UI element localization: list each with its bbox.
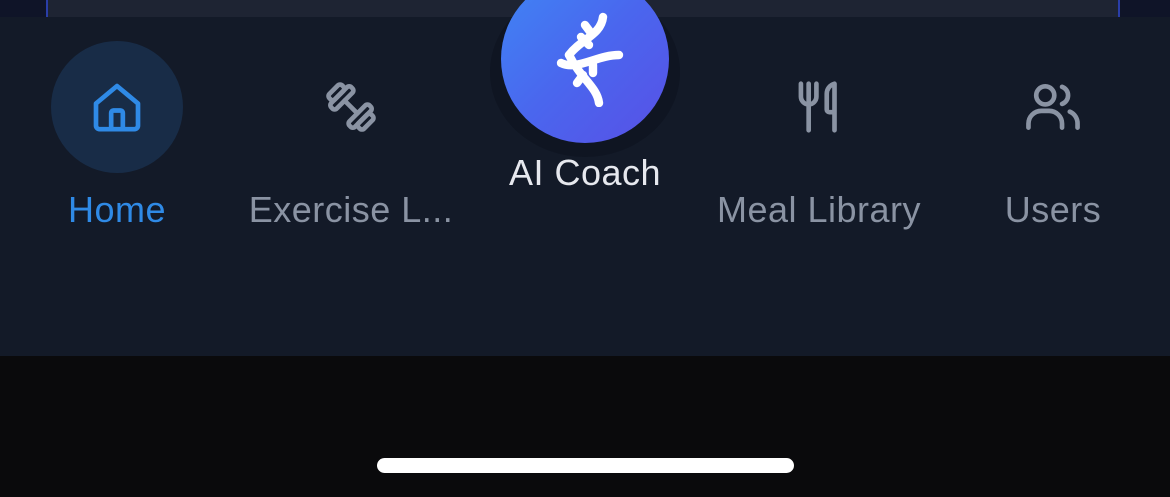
- tab-meal-icon-wrap: [753, 41, 885, 173]
- home-indicator-bar[interactable]: [377, 458, 794, 473]
- fork-knife-icon: [798, 81, 837, 133]
- screen: Home Exercise L... Meal Library Users AI…: [0, 0, 1170, 497]
- tab-exercise-icon-wrap: [285, 41, 417, 173]
- tab-home-label: Home: [67, 189, 167, 230]
- tab-meal-library[interactable]: Meal Library: [702, 17, 936, 257]
- tab-meal-label: Meal Library: [716, 189, 922, 230]
- content-card-edge-right: [1118, 0, 1170, 17]
- bottom-tab-bar: Home Exercise L... Meal Library Users AI…: [0, 0, 1170, 356]
- tab-home[interactable]: Home: [0, 17, 234, 257]
- users-icon: [1026, 84, 1080, 130]
- home-icon: [93, 83, 141, 132]
- content-card-edge-left: [0, 0, 48, 17]
- tab-exercise-label: Exercise L...: [248, 189, 454, 230]
- tab-users-label: Users: [1004, 189, 1102, 230]
- ai-coach-label: AI Coach: [508, 152, 662, 193]
- dna-icon: [556, 12, 624, 107]
- tab-users[interactable]: Users: [936, 17, 1170, 257]
- tab-home-icon-highlight: [51, 41, 183, 173]
- tab-users-icon-wrap: [987, 41, 1119, 173]
- tab-exercise-library[interactable]: Exercise L...: [234, 17, 468, 257]
- dumbbell-icon: [326, 82, 376, 132]
